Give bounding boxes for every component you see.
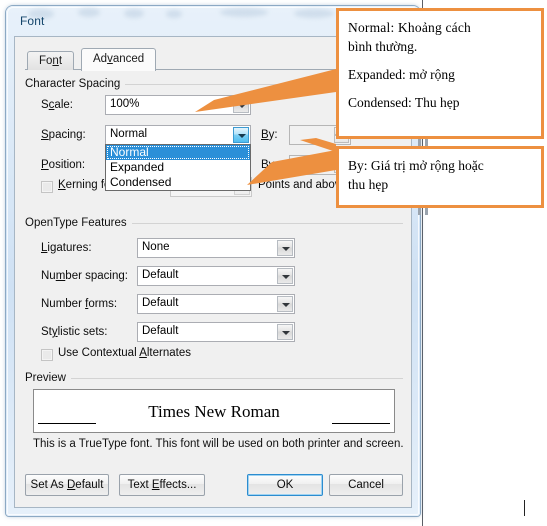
annotation-callout-by: By: Giá trị mở rộng hoặc thu hẹp: [336, 146, 544, 208]
annotation-line-1: Normal: Khoảng cách: [348, 20, 472, 35]
annotation-callout-spacing: Normal: Khoảng cách bình thường. Expande…: [336, 8, 544, 139]
annotation2-line-2: thu hẹp: [348, 177, 389, 192]
annotation-line-2: bình thường.: [348, 39, 418, 54]
annotation-line-3: Expanded: mở rộng: [348, 67, 455, 82]
document-page: Font Font Advanced Character Spacing Sca…: [0, 0, 547, 526]
annotation-line-4: Condensed: Thu hẹp: [348, 95, 460, 110]
annotation2-line-1: By: Giá trị mở rộng hoặc: [348, 158, 484, 173]
